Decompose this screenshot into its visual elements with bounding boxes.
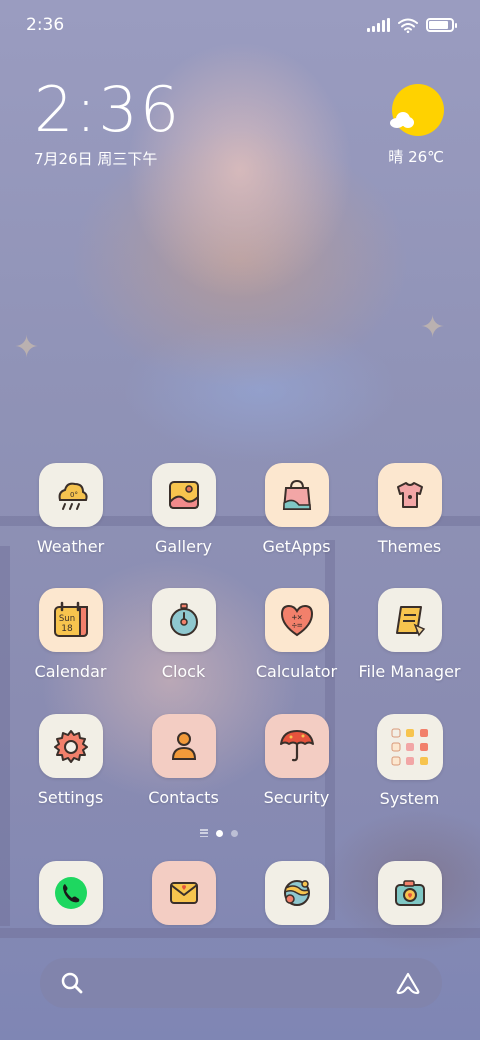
dock-camera[interactable] [353,861,466,925]
app-system-folder[interactable]: System [353,714,466,808]
app-contacts[interactable]: Contacts [127,714,240,807]
clock-widget-time: 2:36 [34,73,182,146]
battery-icon [426,18,457,32]
dock-browser[interactable] [240,861,353,925]
calculator-icon: +× ÷= [280,604,313,637]
calendar-icon: Sun 18 [53,601,88,637]
security-icon [279,730,314,762]
app-label: File Manager [358,662,461,681]
camera-icon [394,880,425,906]
app-label: Calendar [34,662,107,681]
app-label: Weather [36,537,105,556]
page-indicator[interactable] [200,829,238,837]
clock-widget[interactable]: 2:36 7月26日 周三下午 [34,78,181,169]
app-getapps[interactable]: GetApps [240,463,353,556]
page-indicator-menu-icon [200,829,208,837]
weather-widget-text: 晴 26℃ [388,148,444,166]
status-icons [367,18,457,33]
svg-text:0°: 0° [70,491,78,499]
themes-icon [396,482,423,508]
settings-icon [53,730,88,763]
app-settings[interactable]: Settings [14,714,127,807]
page-dot [231,829,238,837]
app-label: Clock [161,662,206,681]
app-security[interactable]: Security [240,714,353,807]
gallery-icon [168,481,199,509]
search-icon[interactable] [60,971,84,995]
wallpaper-frame-line [0,928,480,938]
dock-messages[interactable] [127,861,240,925]
wallpaper-frame-line [0,546,10,926]
contacts-icon [171,732,196,760]
dock-phone[interactable] [14,861,127,925]
cloud-icon [390,112,414,128]
app-file-manager[interactable]: File Manager [353,588,466,681]
battery-level [429,21,448,29]
weather-icon: 0° [58,482,88,510]
calendar-icon-date: 18 [61,624,73,634]
calendar-icon-day: Sun [58,614,74,624]
app-weather[interactable]: 0° Weather [14,463,127,556]
app-label: Settings [37,788,104,807]
wallpaper-sparkle: ✦ [420,310,446,345]
clock-icon [169,603,198,636]
wallpaper-sparkle: ✦ [14,330,40,365]
app-calculator[interactable]: +× ÷= Calculator [240,588,353,681]
wifi-icon [398,18,418,33]
signal-icon [367,18,390,32]
page-dot-active [216,829,223,837]
browser-icon [283,880,310,906]
sun-cloud-icon [392,84,444,136]
app-themes[interactable]: Themes [353,463,466,556]
app-label: Gallery [155,537,212,556]
status-bar: 2:36 [0,0,480,50]
weather-widget[interactable]: 晴 26℃ [374,84,444,166]
app-label: Themes [377,537,442,556]
app-label: Security [263,788,330,807]
app-label: Calculator [255,662,338,681]
app-label: GetApps [262,537,331,556]
svg-text:÷=: ÷= [291,621,302,631]
search-bar[interactable] [40,958,442,1008]
phone-icon [54,877,87,909]
app-gallery[interactable]: Gallery [127,463,240,556]
status-time: 2:36 [26,15,65,35]
system-folder-icon [391,728,428,766]
clock-widget-date: 7月26日 周三下午 [34,150,158,168]
getapps-icon [282,479,311,510]
app-clock[interactable]: Clock [127,588,240,681]
assistant-icon[interactable] [394,971,422,995]
app-label: Contacts [148,788,219,807]
app-label: System [379,789,440,808]
app-calendar[interactable]: Sun 18 Calendar [14,588,127,681]
file-manager-icon [395,606,425,637]
messages-icon [169,882,198,904]
